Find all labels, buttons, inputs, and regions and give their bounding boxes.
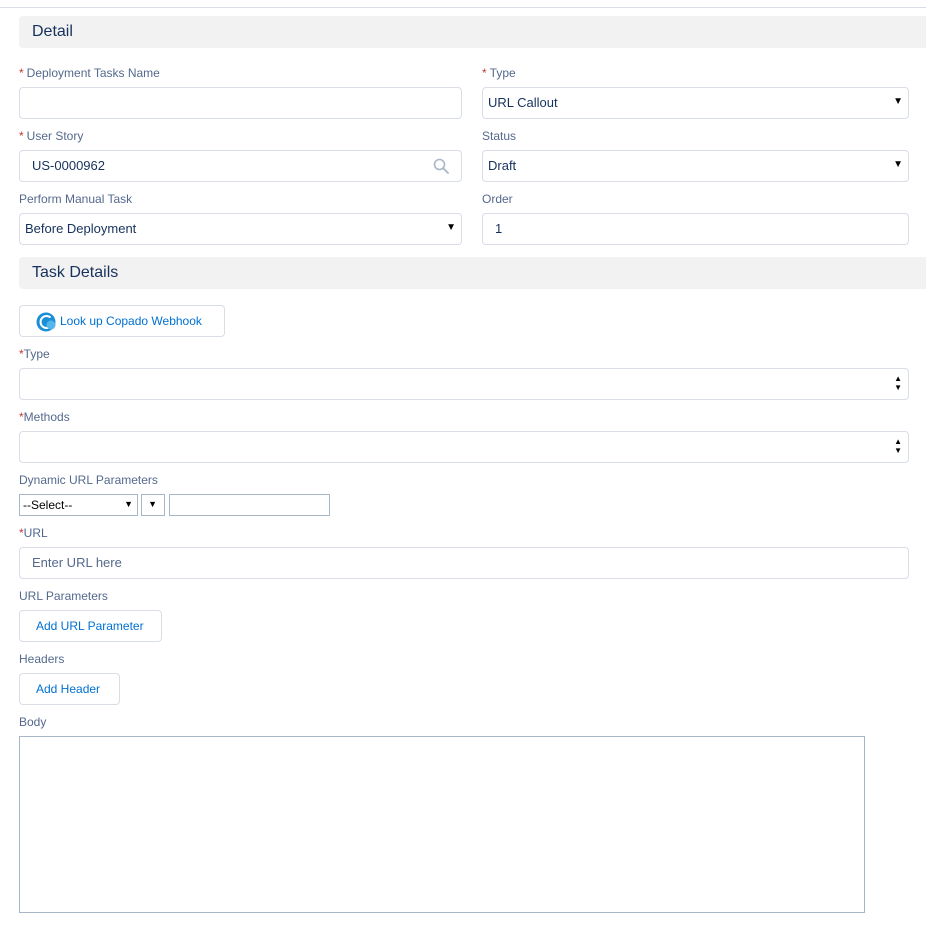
chevron-down-icon: ▼ xyxy=(446,222,456,233)
chevron-down-icon: ▼ xyxy=(148,499,157,509)
copado-webhook-icon xyxy=(36,312,56,332)
dynamic-url-parameter-select[interactable]: --Select-- ▼ xyxy=(19,494,138,516)
chevron-down-icon: ▼ xyxy=(124,499,133,509)
body-textarea[interactable] xyxy=(19,736,865,913)
search-icon[interactable] xyxy=(433,158,449,174)
url-input[interactable]: Enter URL here xyxy=(19,547,909,579)
user-story-label: * User Story xyxy=(19,129,84,143)
methods-select[interactable]: ▲ ▼ xyxy=(19,431,909,463)
required-marker: * xyxy=(19,129,24,143)
user-story-lookup-input[interactable]: US-0000962 xyxy=(19,150,462,182)
status-select[interactable]: Draft ▼ xyxy=(482,150,909,182)
body-label: Body xyxy=(19,715,47,729)
add-url-parameter-button[interactable]: Add URL Parameter xyxy=(19,610,162,642)
required-marker: * xyxy=(482,66,487,80)
dynamic-url-parameter-input[interactable] xyxy=(169,494,330,516)
type-select[interactable]: URL Callout ▼ xyxy=(482,87,909,119)
lookup-copado-webhook-button[interactable]: Look up Copado Webhook xyxy=(19,305,225,337)
status-label: Status xyxy=(482,129,517,143)
chevron-down-icon: ▼ xyxy=(893,159,903,170)
detail-section-header[interactable]: Detail xyxy=(19,16,926,48)
headers-label: Headers xyxy=(19,652,65,666)
perform-manual-task-select[interactable]: Before Deployment ▼ xyxy=(19,213,462,245)
dynamic-url-parameters-label: Dynamic URL Parameters xyxy=(19,473,158,487)
perform-manual-task-label: Perform Manual Task xyxy=(19,192,133,206)
task-type-label: *Type xyxy=(19,347,50,361)
url-parameters-label: URL Parameters xyxy=(19,589,108,603)
order-label: Order xyxy=(482,192,513,206)
top-divider xyxy=(0,7,926,8)
task-details-section-header[interactable]: Task Details xyxy=(19,257,926,289)
chevron-down-icon: ▼ xyxy=(893,96,903,107)
deployment-tasks-name-input[interactable] xyxy=(19,87,462,119)
type-label: * Type xyxy=(482,66,516,80)
updown-arrows-icon: ▲ ▼ xyxy=(894,437,902,455)
add-header-button[interactable]: Add Header xyxy=(19,673,120,705)
task-details-section-title: Task Details xyxy=(32,264,119,281)
detail-section-title: Detail xyxy=(32,23,73,40)
methods-label: *Methods xyxy=(19,410,70,424)
deployment-tasks-name-label: * Deployment Tasks Name xyxy=(19,66,160,80)
updown-arrows-icon: ▲ ▼ xyxy=(894,374,902,392)
dynamic-url-secondary-select[interactable]: ▼ xyxy=(141,494,165,516)
url-placeholder: Enter URL here xyxy=(32,555,122,570)
order-input[interactable]: 1 xyxy=(482,213,909,245)
url-label: *URL xyxy=(19,526,48,540)
required-marker: * xyxy=(19,66,24,80)
task-type-select[interactable]: ▲ ▼ xyxy=(19,368,909,400)
